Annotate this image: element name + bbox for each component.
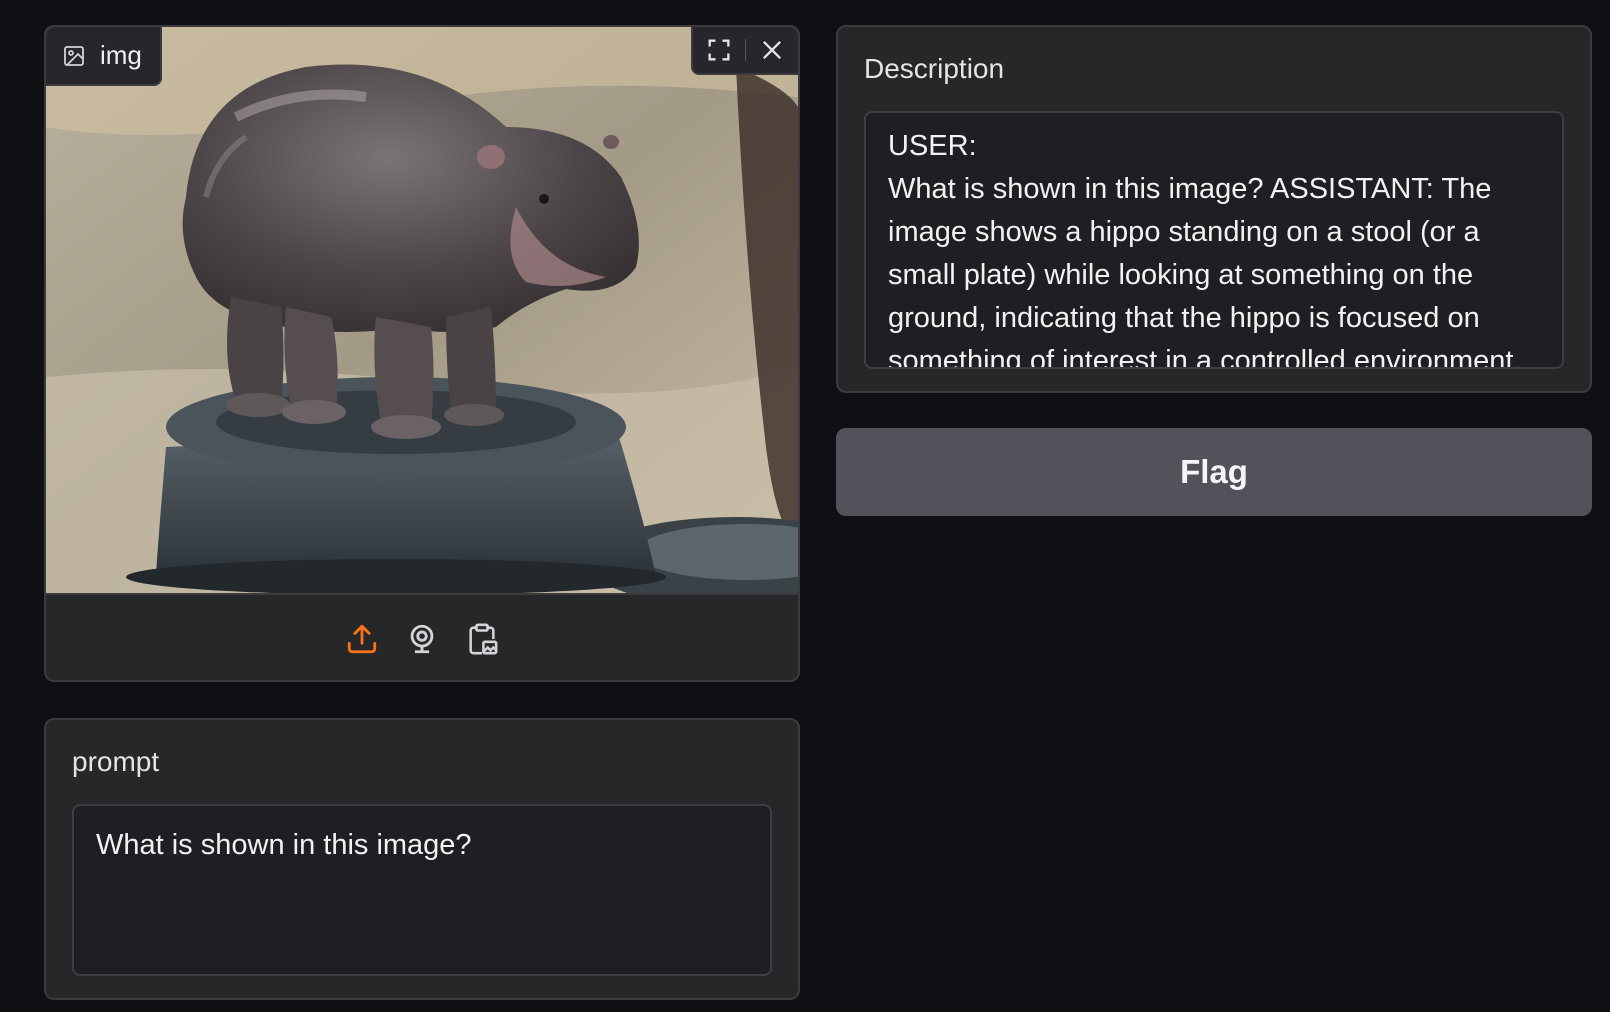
image-controls	[691, 27, 798, 75]
description-label: Description	[864, 53, 1005, 84]
clipboard-icon[interactable]	[464, 621, 500, 657]
image-label-text: img	[100, 40, 142, 70]
description-output[interactable]: USER: What is shown in this image? ASSIS…	[864, 111, 1564, 369]
image-source-toolbar	[46, 593, 798, 680]
image-icon	[62, 44, 86, 68]
prompt-panel: prompt What is shown in this image?	[44, 718, 800, 1000]
control-divider	[745, 39, 746, 61]
uploaded-image	[46, 27, 798, 593]
image-input-panel: img	[44, 25, 800, 682]
flag-button[interactable]: Flag	[836, 428, 1592, 516]
upload-icon[interactable]	[344, 621, 380, 657]
hippo-photo	[46, 27, 798, 593]
fullscreen-icon[interactable]	[703, 34, 735, 66]
close-icon[interactable]	[756, 34, 788, 66]
description-panel: Description USER: What is shown in this …	[836, 25, 1592, 393]
webcam-icon[interactable]	[404, 621, 440, 657]
image-label-badge: img	[46, 27, 162, 86]
prompt-input[interactable]: What is shown in this image?	[72, 804, 772, 976]
prompt-label: prompt	[72, 746, 160, 777]
